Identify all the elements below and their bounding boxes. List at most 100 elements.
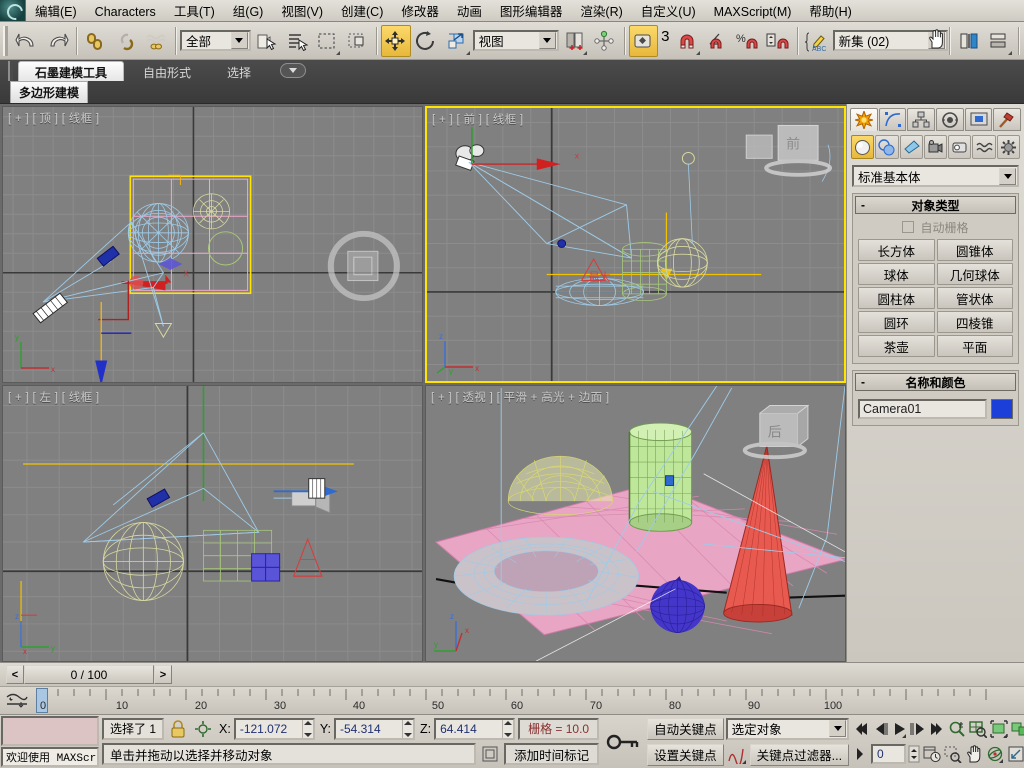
menu-item-animation[interactable]: 动画 (448, 0, 491, 21)
orbit-icon[interactable] (985, 743, 1005, 765)
select-and-manipulate-button[interactable] (590, 25, 619, 57)
z-spinner[interactable] (502, 719, 513, 738)
edit-named-selection-sets-button[interactable]: ABC (802, 25, 831, 57)
snap-magnet-icon[interactable] (673, 25, 702, 57)
viewport-front-label[interactable]: [ + ] [ 前 ] [ 线框 ] (432, 111, 523, 127)
cameras-button[interactable] (923, 135, 948, 159)
x-spinner[interactable] (301, 719, 313, 738)
previous-frame-icon[interactable] (871, 718, 889, 740)
object-button-cylinder[interactable]: 圆柱体 (858, 287, 935, 309)
viewport-left[interactable]: [ + ] [ 左 ] [ 线框 ] z y x (2, 385, 423, 662)
hierarchy-tab[interactable] (907, 108, 936, 131)
select-and-move-button[interactable] (381, 24, 411, 57)
flyout-corner-icon[interactable] (741, 759, 746, 764)
object-button-teapot[interactable]: 茶壶 (858, 335, 935, 357)
mirror-button[interactable] (954, 25, 983, 57)
rollout-object-type-header[interactable]: - 对象类型 (855, 196, 1016, 214)
modify-tab[interactable] (878, 108, 907, 131)
redo-button[interactable] (42, 25, 71, 57)
lights-button[interactable] (899, 135, 923, 159)
maxscript-input-line[interactable] (1, 716, 99, 746)
chevron-down-icon[interactable] (999, 167, 1016, 185)
flyout-corner-icon[interactable] (583, 50, 588, 55)
systems-button[interactable] (996, 135, 1020, 159)
add-time-tag-button[interactable]: 添加时间标记 (504, 743, 600, 766)
track-bar-ruler[interactable]: 0 10 20 30 40 50 60 70 80 90 100 (34, 687, 1024, 714)
zoom-region-icon[interactable] (943, 743, 963, 765)
frame-spinner[interactable] (907, 743, 921, 765)
object-button-box[interactable]: 长方体 (858, 239, 935, 261)
viewport-top[interactable]: X [ + ] [ 顶 ] [ 线框 ] y x (2, 106, 423, 383)
go-to-start-icon[interactable] (852, 718, 870, 740)
x-coordinate-field[interactable]: -121.072 (233, 717, 315, 740)
shapes-button[interactable] (875, 135, 899, 159)
current-frame-field[interactable]: 0 (871, 744, 907, 765)
bind-to-space-warp-button[interactable] (142, 25, 171, 57)
menu-item-customize[interactable]: 自定义(U) (632, 0, 705, 21)
track-bar[interactable]: 0 10 20 30 40 50 60 70 80 90 100 (0, 686, 1024, 714)
time-slider-frame-field[interactable]: 0 / 100 (24, 665, 154, 684)
pan-view-icon[interactable] (964, 743, 984, 765)
viewport-perspective-label[interactable]: [ + ] [ 透视 ] [ 平滑 + 高光 + 边面 ] (431, 389, 609, 405)
next-frame-icon[interactable] (909, 718, 927, 740)
ribbon-tab-graphite-modeling-tools[interactable]: 石墨建模工具 (18, 61, 125, 81)
helpers-button[interactable] (948, 135, 972, 159)
lock-icon[interactable] (167, 718, 189, 740)
menu-item-tools[interactable]: 工具(T) (165, 0, 224, 21)
auto-grid-row[interactable]: 自动栅格 (858, 218, 1013, 236)
flyout-corner-icon[interactable] (999, 759, 1004, 764)
time-configuration-icon[interactable] (922, 743, 942, 765)
zoom-icon[interactable] (947, 718, 967, 740)
chevron-down-icon[interactable] (230, 32, 248, 49)
z-coordinate-field[interactable]: 64.414 (434, 717, 516, 740)
object-button-plane[interactable]: 平面 (936, 335, 1013, 357)
percent-snap-toggle-button[interactable]: % (733, 25, 762, 57)
object-button-cone[interactable]: 圆锥体 (936, 239, 1013, 261)
spinner-snap-toggle-button[interactable] (764, 25, 793, 57)
time-slider-next-button[interactable]: > (154, 665, 172, 684)
auto-grid-checkbox[interactable] (902, 221, 915, 233)
key-mode-toggle-icon[interactable] (852, 743, 870, 765)
flyout-corner-icon[interactable] (465, 50, 470, 55)
rollout-collapse-icon[interactable]: - (861, 375, 865, 389)
rectangular-selection-region-button[interactable] (312, 25, 341, 57)
menu-item-modifiers[interactable]: 修改器 (392, 0, 448, 21)
select-by-name-button[interactable] (282, 25, 311, 57)
auto-key-button[interactable]: 自动关键点 (647, 717, 724, 740)
maximize-viewport-toggle-icon[interactable] (1006, 743, 1024, 765)
set-key-button[interactable]: 设置关键点 (647, 743, 724, 766)
chevron-down-icon[interactable] (538, 32, 556, 49)
undo-button[interactable] (12, 25, 41, 57)
rollout-name-and-color-header[interactable]: - 名称和颜色 (855, 373, 1016, 391)
viewport-top-label[interactable]: [ + ] [ 顶 ] [ 线框 ] (8, 110, 99, 126)
ribbon-tab-selection[interactable]: 选择 (210, 61, 268, 81)
flyout-corner-icon[interactable] (1008, 50, 1013, 55)
flyout-corner-icon[interactable] (902, 733, 907, 738)
object-button-torus[interactable]: 圆环 (858, 311, 935, 333)
app-logo-icon[interactable] (0, 0, 26, 21)
select-and-link-button[interactable] (81, 25, 110, 57)
parameter-curve-out-of-range-icon[interactable] (726, 744, 748, 766)
menu-item-group[interactable]: 组(G) (224, 0, 273, 21)
ribbon-grip[interactable] (8, 60, 13, 81)
chevron-down-icon[interactable] (829, 720, 847, 737)
window-crossing-toggle-button[interactable] (343, 25, 372, 57)
unlink-selection-button[interactable] (111, 25, 140, 57)
open-mini-curve-editor-icon[interactable] (0, 687, 34, 714)
y-spinner[interactable] (401, 719, 413, 738)
y-coordinate-field[interactable]: -54.314 (333, 717, 415, 740)
adaptive-degradation-icon[interactable] (479, 743, 501, 765)
flyout-corner-icon[interactable] (335, 50, 340, 55)
absolute-relative-mode-icon[interactable] (192, 718, 214, 740)
select-and-rotate-button[interactable] (412, 25, 441, 57)
object-color-swatch[interactable] (991, 399, 1013, 419)
selection-filter-combo[interactable]: 全部 (179, 30, 251, 51)
reference-coordinate-system-combo[interactable]: 视图 (472, 30, 559, 51)
menu-item-views[interactable]: 视图(V) (272, 0, 332, 21)
space-warps-button[interactable] (972, 135, 996, 159)
play-animation-icon[interactable] (890, 718, 908, 740)
use-pivot-point-center-button[interactable] (560, 25, 589, 57)
menu-item-characters[interactable]: Characters (86, 0, 165, 21)
menu-item-graph-editors[interactable]: 图形编辑器 (491, 0, 572, 21)
zoom-extents-all-icon[interactable] (1010, 718, 1024, 740)
